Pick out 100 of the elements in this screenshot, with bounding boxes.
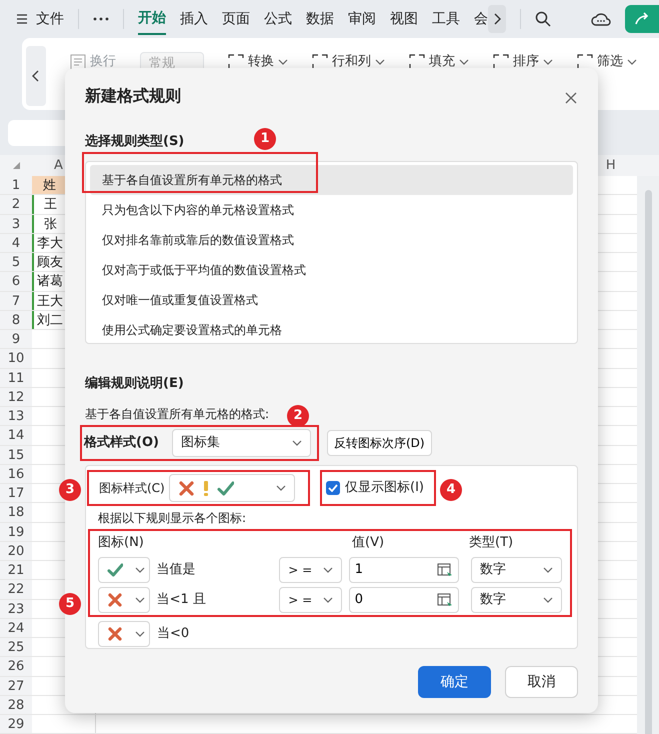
caret-icon <box>459 58 469 65</box>
close-icon <box>565 92 577 104</box>
exclamation-icon <box>202 480 209 496</box>
caret-icon <box>278 58 288 65</box>
row-number: 20 <box>0 542 32 560</box>
caret-icon <box>276 485 286 491</box>
check-icon <box>107 562 123 578</box>
ok-button[interactable]: 确定 <box>418 666 491 698</box>
ribbon-menu-button[interactable]: 筛选 <box>577 52 637 72</box>
section-heading: 选择规则类型(S) <box>85 133 184 151</box>
vertical-scrollbar[interactable] <box>637 176 659 734</box>
caret-icon <box>627 58 637 65</box>
type-select[interactable]: 数字 <box>470 586 562 612</box>
cloud-icon <box>591 11 611 27</box>
row-number: 17 <box>0 484 32 502</box>
icon-select[interactable] <box>98 556 150 582</box>
next-tabs-button[interactable] <box>488 5 506 33</box>
caret-icon <box>375 58 385 65</box>
condition-label: 当<0 <box>157 624 190 643</box>
ribbon-tab[interactable]: 审阅 <box>348 4 376 34</box>
chevron-right-icon <box>493 12 501 25</box>
checkbox-label: 仅显示图标(I) <box>345 479 424 498</box>
row-number: 18 <box>0 503 32 522</box>
column-header: 值(V) <box>352 534 386 552</box>
row-number: 13 <box>0 407 32 426</box>
caret-icon <box>292 440 302 446</box>
column-header: 图标(N) <box>98 534 145 552</box>
description-text: 基于各自值设置所有单元格的格式: <box>85 406 270 423</box>
row-number: 27 <box>0 676 32 695</box>
checkbox[interactable] <box>326 481 340 495</box>
number-badge: 5 <box>59 593 81 615</box>
number-badge: 3 <box>59 479 81 501</box>
column-header: A <box>54 156 63 175</box>
ribbon-tab[interactable]: 插入 <box>180 4 208 34</box>
row-number: 22 <box>0 580 32 598</box>
cross-icon <box>107 592 123 608</box>
row-number: 16 <box>0 464 32 483</box>
ribbon-menu-button[interactable]: 填充 <box>409 52 469 72</box>
operator-select[interactable]: > = <box>279 586 342 612</box>
ribbon-tab[interactable]: 开始 <box>138 4 166 34</box>
dialog-title: 新建格式规则 <box>85 85 181 107</box>
value-field[interactable]: 1 <box>348 556 459 582</box>
range-picker-icon <box>436 592 453 608</box>
file-menu[interactable]: 文件 <box>36 8 64 30</box>
field-label: 格式样式(O) <box>84 434 160 452</box>
cross-icon <box>107 626 123 642</box>
field-label: 图标样式(C) <box>99 480 165 497</box>
ribbon-tab[interactable]: 工具 <box>432 4 460 34</box>
ribbon-tab[interactable]: 会 <box>474 4 488 34</box>
ribbon-menu-button[interactable]: 行和列 <box>312 52 385 72</box>
operator-select[interactable]: > = <box>279 556 342 582</box>
section-heading: 编辑规则说明(E) <box>85 374 184 392</box>
ribbon-tab[interactable]: 公式 <box>264 4 292 34</box>
row-number: 19 <box>0 522 32 541</box>
row-number: 11 <box>0 368 32 387</box>
row-number: 21 <box>0 561 32 580</box>
ribbon-tab[interactable]: 页面 <box>222 4 250 34</box>
more-icon <box>93 17 109 21</box>
icon-select[interactable] <box>98 586 150 612</box>
row-number: 15 <box>0 446 32 464</box>
list-item[interactable]: 基于各自值设置所有单元格的格式 <box>90 164 573 194</box>
condition-label: 当值是 <box>156 560 197 579</box>
row-number: 5 <box>0 253 32 272</box>
search-icon <box>535 11 551 27</box>
caret-icon <box>542 566 553 572</box>
column-header: 类型(T) <box>469 534 514 552</box>
caret-icon <box>542 596 553 602</box>
row-number: 10 <box>0 349 32 368</box>
value-field[interactable]: 0 <box>348 586 459 612</box>
icon-select[interactable] <box>98 620 150 646</box>
row-number: 1 <box>0 176 32 194</box>
ribbon-menu-button[interactable]: 转换 <box>228 52 288 72</box>
ribbon-tab[interactable]: 数据 <box>306 4 334 34</box>
caret-icon <box>322 566 333 572</box>
row-number: 25 <box>0 638 32 656</box>
chevron-left-icon <box>32 70 40 82</box>
column-header: H <box>606 156 616 175</box>
cancel-button[interactable]: 取消 <box>505 666 578 698</box>
condition-label: 当<1 且 <box>156 590 207 609</box>
icon-style-select[interactable] <box>168 474 295 502</box>
format-style-select[interactable]: 图标集 <box>172 429 311 457</box>
caret-icon <box>135 630 145 636</box>
ribbon-menu-button[interactable]: 排序 <box>493 52 553 72</box>
ribbon-tab[interactable]: 视图 <box>390 4 418 34</box>
share-arrow-icon <box>634 12 650 26</box>
reverse-order-button[interactable]: 反转图标次序(D) <box>327 430 432 456</box>
share-button[interactable] <box>625 5 659 33</box>
row-number: 12 <box>0 388 32 406</box>
row-number: 7 <box>0 292 32 310</box>
row-number: 26 <box>0 657 32 676</box>
menu-icon <box>16 13 28 25</box>
caret-icon <box>134 566 145 572</box>
caret-icon <box>543 58 553 65</box>
type-select[interactable]: 数字 <box>470 556 562 582</box>
row-number: 24 <box>0 618 32 637</box>
row-number: 4 <box>0 234 32 252</box>
row-number: 6 <box>0 272 32 290</box>
scroll-left-button[interactable] <box>26 46 46 106</box>
row-number: 29 <box>0 715 32 734</box>
row-number: 23 <box>0 600 32 618</box>
